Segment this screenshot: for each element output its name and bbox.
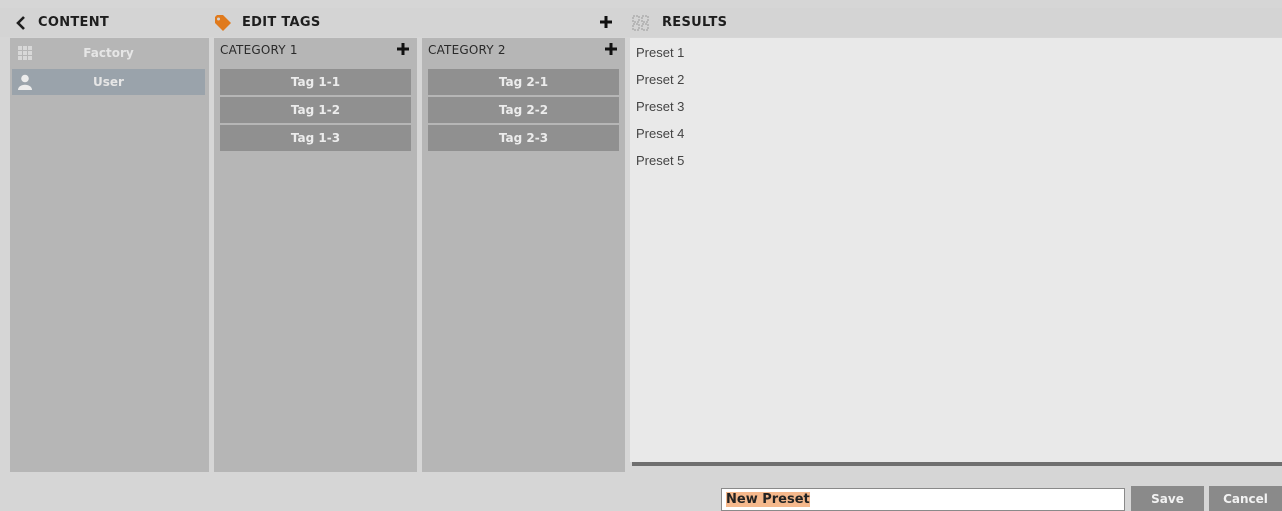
content-title: CONTENT bbox=[38, 15, 110, 30]
list-item[interactable]: Preset 2 bbox=[636, 72, 684, 87]
source-item-factory[interactable]: Factory bbox=[12, 40, 205, 66]
list-item[interactable]: Preset 1 bbox=[636, 45, 684, 60]
tag-button[interactable]: Tag 1-2 bbox=[220, 97, 411, 123]
user-icon bbox=[16, 73, 34, 91]
results-list: Preset 1 Preset 2 Preset 3 Preset 4 Pres… bbox=[630, 38, 1282, 462]
content-source-panel: Factory User bbox=[10, 38, 209, 472]
source-label: User bbox=[93, 75, 124, 89]
list-item[interactable]: Preset 3 bbox=[636, 99, 684, 114]
list-item[interactable]: Preset 4 bbox=[636, 126, 684, 141]
tag-button[interactable]: Tag 2-1 bbox=[428, 69, 619, 95]
header-bar: CONTENT EDIT TAGS RESULTS bbox=[0, 8, 1282, 37]
source-label: Factory bbox=[83, 46, 134, 60]
add-category-plus-icon[interactable] bbox=[599, 15, 613, 29]
source-item-user[interactable]: User bbox=[12, 69, 205, 95]
add-tag-plus-icon[interactable] bbox=[396, 42, 410, 56]
tag-button[interactable]: Tag 2-3 bbox=[428, 125, 619, 151]
category-2-panel: CATEGORY 2 Tag 2-1 Tag 2-2 Tag 2-3 bbox=[422, 38, 625, 472]
tag-button[interactable]: Tag 1-3 bbox=[220, 125, 411, 151]
category-title: CATEGORY 1 bbox=[220, 43, 298, 57]
add-tag-plus-icon[interactable] bbox=[604, 42, 618, 56]
content-header: CONTENT bbox=[12, 8, 109, 37]
cancel-button[interactable]: Cancel bbox=[1209, 486, 1282, 511]
divider bbox=[632, 462, 1282, 466]
tag-icon bbox=[214, 14, 234, 32]
tag-button[interactable]: Tag 1-1 bbox=[220, 69, 411, 95]
grid-icon[interactable] bbox=[632, 14, 654, 32]
results-header: RESULTS bbox=[632, 8, 727, 37]
edit-tags-header: EDIT TAGS bbox=[214, 8, 321, 37]
edit-tags-title: EDIT TAGS bbox=[242, 15, 321, 30]
category-title: CATEGORY 2 bbox=[428, 43, 506, 57]
save-button[interactable]: Save bbox=[1131, 486, 1204, 511]
preset-name-input[interactable] bbox=[721, 488, 1125, 511]
tag-button[interactable]: Tag 2-2 bbox=[428, 97, 619, 123]
list-item[interactable]: Preset 5 bbox=[636, 153, 684, 168]
grid-icon bbox=[16, 44, 34, 62]
category-1-panel: CATEGORY 1 Tag 1-1 Tag 1-2 Tag 1-3 bbox=[214, 38, 417, 472]
results-title: RESULTS bbox=[662, 15, 728, 30]
chevron-left-icon[interactable] bbox=[12, 14, 30, 32]
